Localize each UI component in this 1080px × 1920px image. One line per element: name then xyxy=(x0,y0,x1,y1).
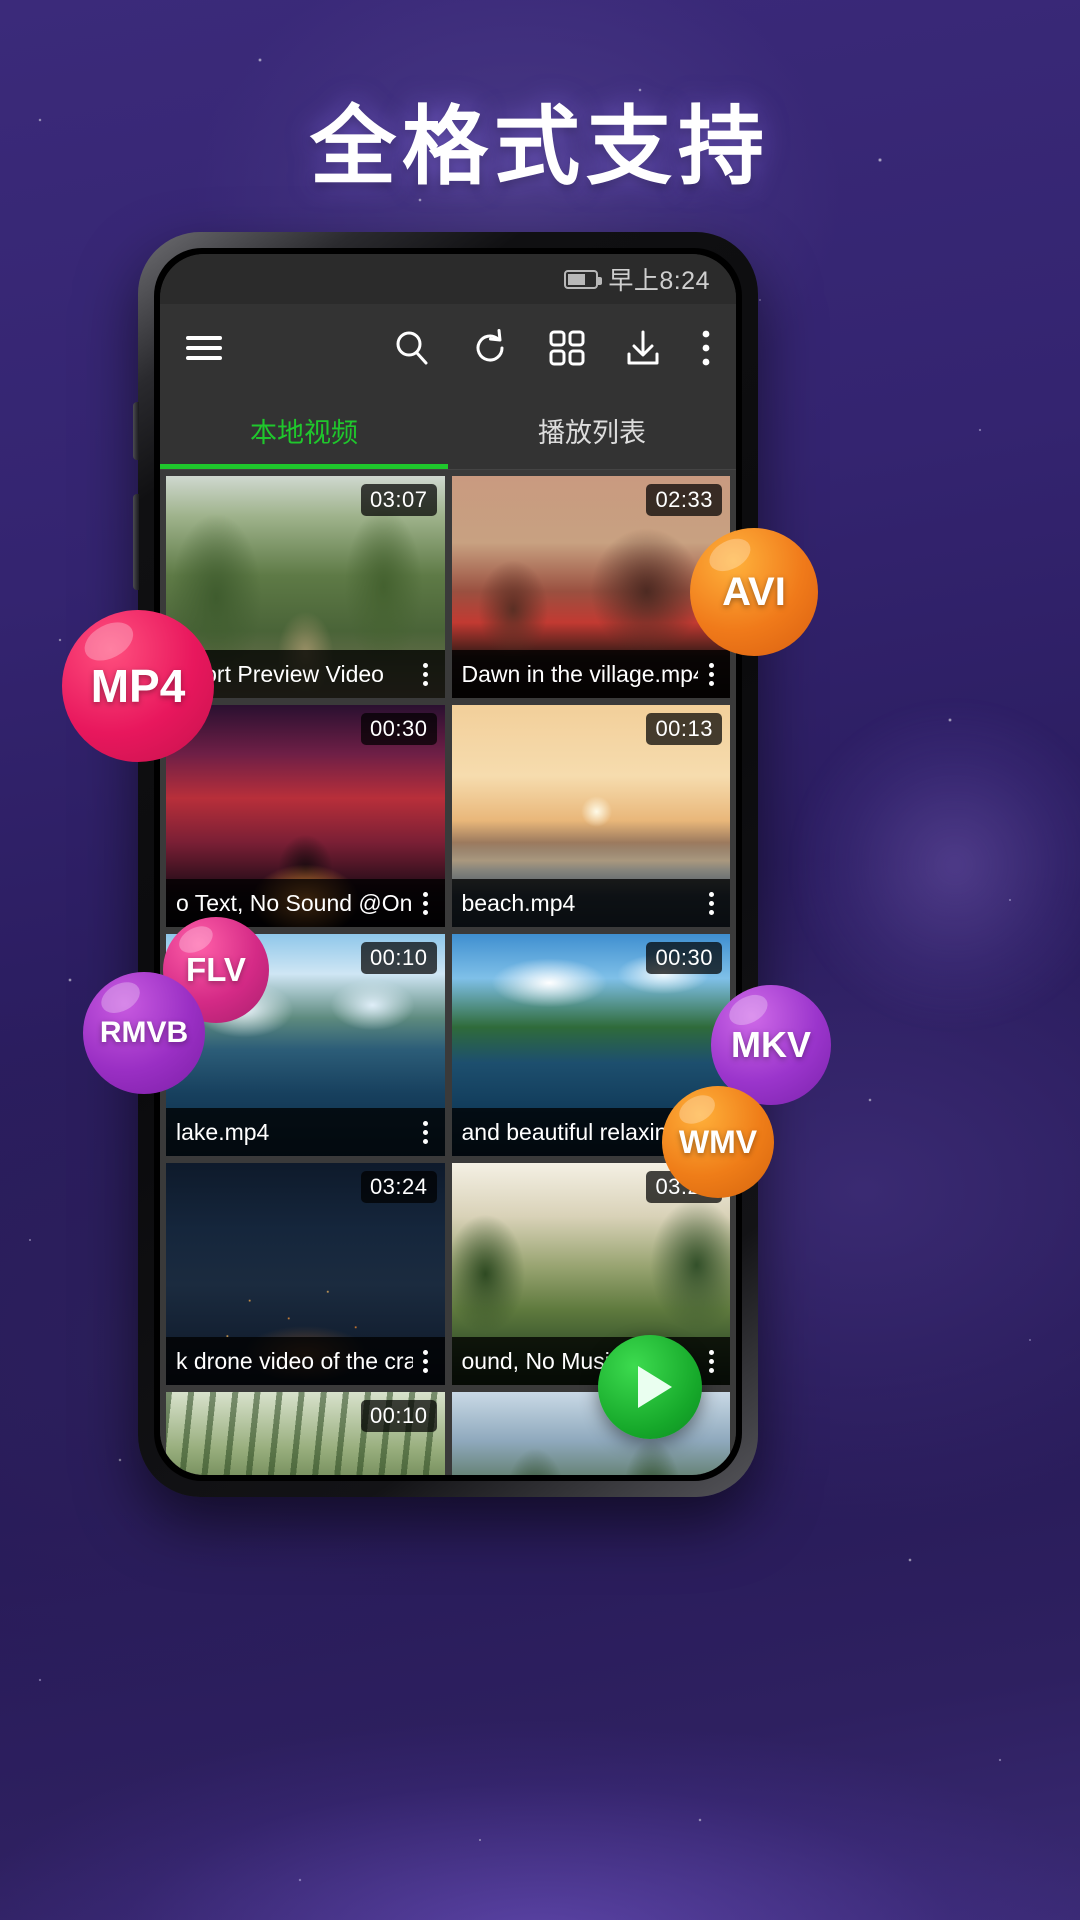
video-duration: 00:13 xyxy=(646,713,722,745)
video-more-icon[interactable] xyxy=(413,657,439,691)
tab-bar: 本地视频 播放列表 xyxy=(160,392,736,470)
format-bubble-wmv: WMV xyxy=(662,1086,774,1198)
video-name-row: Dawn in the village.mp4 xyxy=(451,650,730,698)
video-filename: lake.mp4 xyxy=(176,1118,270,1145)
status-bar: 早上8:24 xyxy=(160,254,736,304)
tab-local-videos[interactable]: 本地视频 xyxy=(160,392,448,469)
video-filename: beach.mp4 xyxy=(461,889,576,916)
video-more-icon[interactable] xyxy=(413,1344,439,1378)
tab-playlist[interactable]: 播放列表 xyxy=(448,392,736,469)
format-bubble-avi: AVI xyxy=(690,528,818,656)
video-tile[interactable]: 00:10 xyxy=(166,1392,445,1475)
video-tile[interactable]: 00:30 o Text, No Sound @On xyxy=(166,705,445,927)
video-duration: 00:10 xyxy=(360,1400,437,1432)
tab-active-indicator xyxy=(160,464,448,469)
phone-bezel: 早上8:24 本地视频 播放列表 03:07 Short Preview Vid… xyxy=(154,248,742,1481)
video-filename: Dawn in the village.mp4 xyxy=(461,660,699,687)
video-more-icon[interactable] xyxy=(698,657,724,691)
video-name-row: k drone video of the cra xyxy=(166,1337,445,1385)
page-title: 全格式支持 xyxy=(310,97,770,197)
video-more-icon[interactable] xyxy=(413,1115,439,1149)
video-duration: 00:30 xyxy=(646,942,722,974)
bottom-glow xyxy=(0,1560,1080,1920)
video-more-icon[interactable] xyxy=(698,1344,724,1378)
video-duration: 03:07 xyxy=(360,484,437,516)
app-toolbar xyxy=(160,304,736,392)
phone-volume-up-button xyxy=(133,494,139,590)
refresh-icon[interactable] xyxy=(470,328,510,368)
grid-view-icon[interactable] xyxy=(548,329,586,367)
play-button[interactable] xyxy=(598,1335,702,1439)
video-more-icon[interactable] xyxy=(698,886,724,920)
format-bubble-mp4: MP4 xyxy=(62,610,214,762)
play-icon xyxy=(638,1366,672,1408)
video-name-row: lake.mp4 xyxy=(166,1108,445,1156)
video-more-icon[interactable] xyxy=(413,886,439,920)
video-filename: o Text, No Sound @On xyxy=(176,889,413,916)
phone-mute-switch xyxy=(133,402,139,460)
format-bubble-rmvb: RMVB xyxy=(83,972,205,1094)
video-filename: k drone video of the cra xyxy=(176,1347,413,1374)
phone-mockup: 早上8:24 本地视频 播放列表 03:07 Short Preview Vid… xyxy=(133,232,758,1497)
nebula-decoration xyxy=(790,700,1080,1030)
battery-icon xyxy=(564,269,603,289)
video-duration: 00:30 xyxy=(360,713,437,745)
status-bar-clock: 早上8:24 xyxy=(608,267,710,295)
video-duration: 03:24 xyxy=(360,1171,437,1203)
phone-screen: 早上8:24 本地视频 播放列表 03:07 Short Preview Vid… xyxy=(160,254,736,1475)
video-tile[interactable]: 00:13 beach.mp4 xyxy=(451,705,730,927)
video-name-row: beach.mp4 xyxy=(451,879,730,927)
video-duration: 00:10 xyxy=(360,942,437,974)
video-duration: 02:33 xyxy=(646,484,722,516)
video-tile[interactable]: 02:33 Dawn in the village.mp4 xyxy=(451,476,730,698)
download-icon[interactable] xyxy=(624,328,662,368)
video-tile[interactable]: 03:24 k drone video of the cra xyxy=(166,1163,445,1385)
search-icon[interactable] xyxy=(392,328,432,368)
menu-icon[interactable] xyxy=(184,333,224,363)
more-vertical-icon[interactable] xyxy=(700,328,712,368)
